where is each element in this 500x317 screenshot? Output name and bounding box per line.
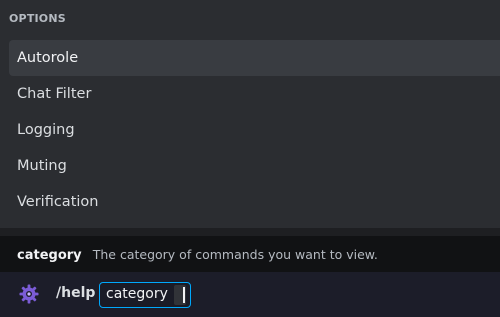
hint-parameter-name: category xyxy=(17,248,82,263)
parameter-hint-bar: category The category of commands you wa… xyxy=(0,236,500,272)
options-header: OPTIONS xyxy=(9,12,66,25)
option-logging[interactable]: Logging xyxy=(9,112,500,148)
message-composer[interactable]: /help category xyxy=(0,272,500,317)
parameter-label: category xyxy=(106,286,168,302)
option-chat-filter[interactable]: Chat Filter xyxy=(9,76,500,112)
option-muting[interactable]: Muting xyxy=(9,148,500,184)
gear-icon xyxy=(19,284,39,304)
option-autorole[interactable]: Autorole xyxy=(9,40,500,76)
text-cursor xyxy=(183,287,185,303)
parameter-pill[interactable]: category xyxy=(99,282,191,308)
option-verification[interactable]: Verification xyxy=(9,184,500,220)
autocomplete-popup: OPTIONS Autorole Chat Filter Logging Mut… xyxy=(0,0,500,228)
hint-parameter-description: The category of commands you want to vie… xyxy=(92,247,378,262)
options-list: Autorole Chat Filter Logging Muting Veri… xyxy=(9,40,500,220)
command-name: /help xyxy=(56,285,96,301)
